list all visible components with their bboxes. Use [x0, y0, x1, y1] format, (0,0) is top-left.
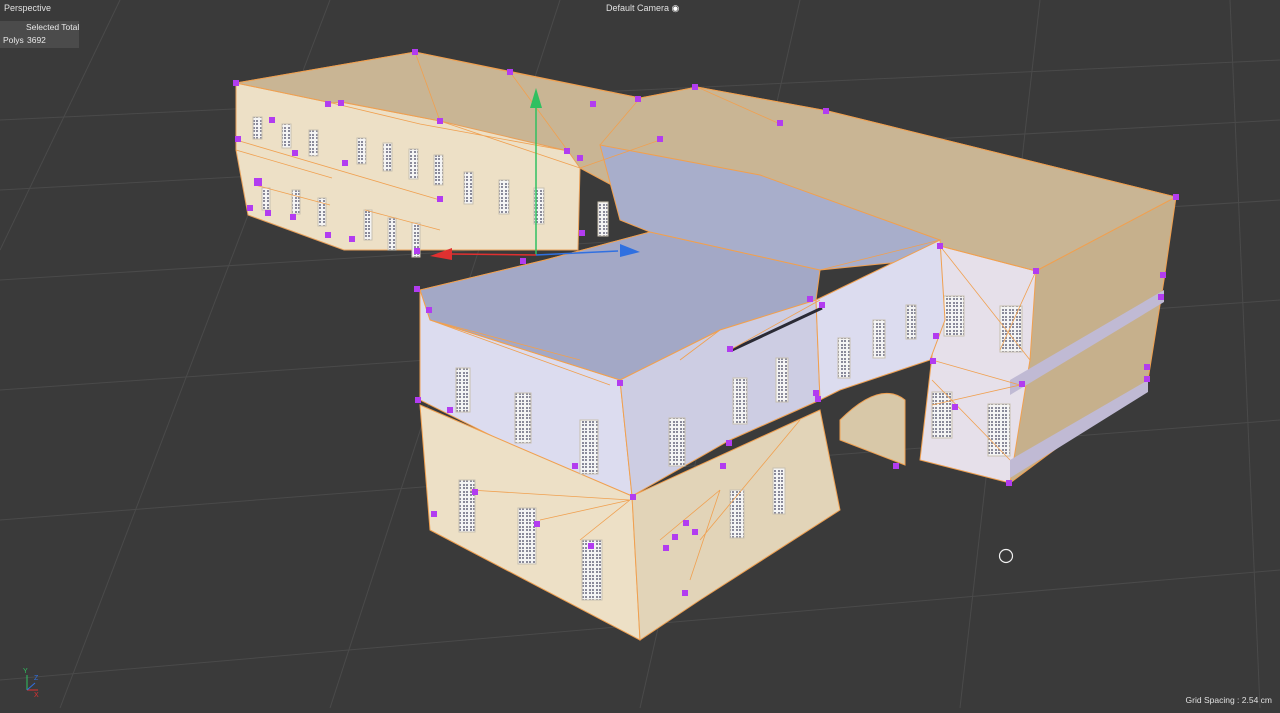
axis-label-z: Z	[34, 675, 39, 682]
camera-menu[interactable]: Default Camera ◉	[606, 2, 679, 14]
view-label[interactable]: Perspective	[4, 2, 51, 14]
cursor-ring	[998, 548, 1014, 564]
selected-total-label: Selected Total	[26, 22, 80, 32]
axis-label-x: X	[34, 692, 39, 699]
3d-viewport[interactable]: Y Z X Perspective Default Camera ◉ Selec…	[0, 0, 1280, 709]
hud-statistics: Selected Total Polys 3692	[0, 21, 79, 48]
polys-value: 3692	[27, 35, 46, 45]
gizmo-x-axis[interactable]	[451, 253, 537, 256]
axis-label-y: Y	[23, 668, 28, 675]
camera-target-icon[interactable]: ◉	[672, 3, 680, 13]
viewport-canvas[interactable]: Y Z X	[0, 0, 1280, 709]
world-axis-indicator: Y Z X	[23, 668, 39, 699]
polys-label: Polys	[3, 35, 24, 45]
grid-spacing-readout: Grid Spacing : 2.54 cm	[1185, 695, 1272, 705]
archway	[839, 392, 906, 466]
camera-label: Default Camera	[606, 3, 670, 13]
